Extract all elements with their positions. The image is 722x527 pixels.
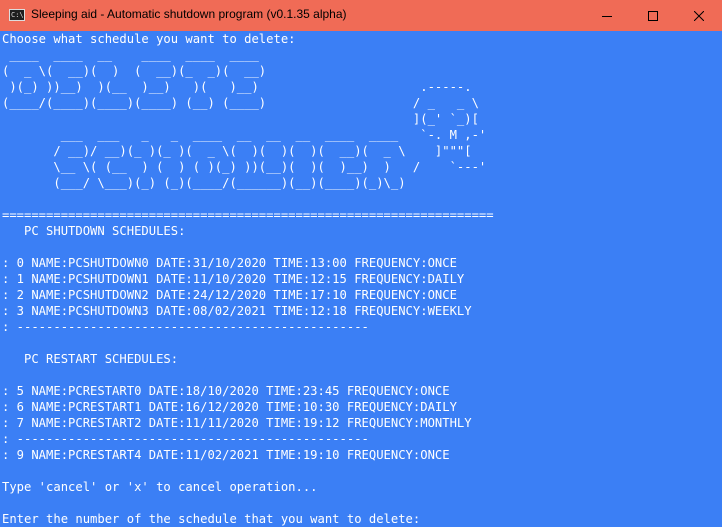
shutdown-divider: : --------------------------------------… [2, 320, 369, 334]
minimize-button[interactable] [584, 0, 630, 31]
restart-row: : 9 NAME:PCRESTART4 DATE:11/02/2021 TIME… [2, 448, 450, 462]
restart-header: PC RESTART SCHEDULES: [2, 352, 179, 366]
shutdown-row: : 1 NAME:PCSHUTDOWN1 DATE:11/10/2020 TIM… [2, 272, 465, 286]
shutdown-header: PC SHUTDOWN SCHEDULES: [2, 224, 186, 238]
close-button[interactable] [676, 0, 722, 31]
empty-line [0, 335, 722, 351]
restart-divider: : --------------------------------------… [2, 432, 369, 446]
close-icon [694, 10, 704, 21]
empty-line [0, 495, 722, 511]
empty-line [0, 239, 722, 255]
restart-row: : 7 NAME:PCRESTART2 DATE:11/11/2020 TIME… [2, 416, 472, 430]
maximize-button[interactable] [630, 0, 676, 31]
empty-line [0, 463, 722, 479]
shutdown-row: : 0 NAME:PCSHUTDOWN0 DATE:31/10/2020 TIM… [2, 256, 457, 270]
prompt-header: Choose what schedule you want to delete: [2, 32, 296, 46]
window-title: Sleeping aid - Automatic shutdown progra… [31, 7, 347, 21]
separator: ========================================… [2, 208, 494, 222]
console-output[interactable]: Choose what schedule you want to delete:… [0, 31, 722, 526]
shutdown-row: : 3 NAME:PCSHUTDOWN3 DATE:08/02/2021 TIM… [2, 304, 472, 318]
console-window: C:\ Sleeping aid - Automatic shutdown pr… [0, 0, 722, 526]
restart-row: : 5 NAME:PCRESTART0 DATE:18/10/2020 TIME… [2, 384, 450, 398]
cancel-hint: Type 'cancel' or 'x' to cancel operation… [2, 480, 318, 494]
input-prompt[interactable]: Enter the number of the schedule that yo… [0, 511, 722, 527]
title-bar[interactable]: C:\ Sleeping aid - Automatic shutdown pr… [0, 0, 722, 31]
ascii-banner: ____ ____ __ ____ ____ ____ ( _ \( __)( … [2, 48, 487, 190]
restart-row: : 6 NAME:PCRESTART1 DATE:16/12/2020 TIME… [2, 400, 457, 414]
console-icon: C:\ [9, 9, 25, 21]
empty-line [0, 191, 722, 207]
shutdown-row: : 2 NAME:PCSHUTDOWN2 DATE:24/12/2020 TIM… [2, 288, 457, 302]
maximize-icon [648, 10, 658, 21]
minimize-icon [602, 15, 612, 17]
empty-line [0, 367, 722, 383]
